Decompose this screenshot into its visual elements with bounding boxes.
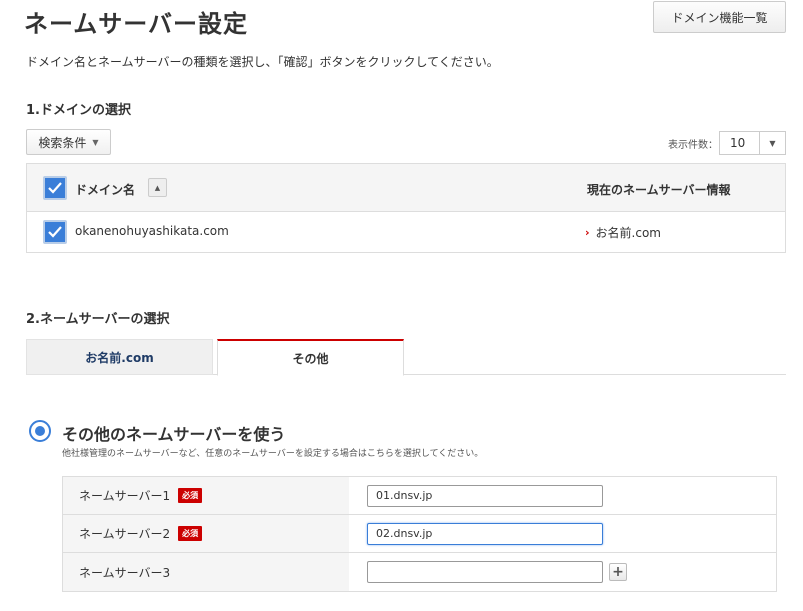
nameserver-label-cell: ネームサーバー1 必須 (63, 477, 349, 514)
check-icon (48, 182, 62, 194)
other-nameserver-radio[interactable] (29, 420, 51, 442)
caret-down-icon: ▼ (92, 137, 99, 147)
domain-function-list-button[interactable]: ドメイン機能一覧 (653, 1, 786, 33)
other-nameserver-option-title: その他のネームサーバーを使う (62, 425, 286, 444)
nameserver-1-label: ネームサーバー1 (79, 489, 171, 503)
nameserver-input-cell (349, 477, 776, 514)
current-nameserver-link[interactable]: › お名前.com (585, 224, 661, 241)
nameserver-row-1: ネームサーバー1 必須 (63, 477, 776, 515)
nameserver-row-3: ネームサーバー3 + (63, 553, 776, 591)
display-count-select[interactable]: 10 ▼ (719, 131, 786, 155)
row-checkbox[interactable] (43, 220, 67, 244)
table-row: okanenohuyashikata.com › お名前.com (27, 212, 785, 252)
domain-table-header: ドメイン名 ▲ 現在のネームサーバー情報 (27, 164, 785, 212)
domain-table: ドメイン名 ▲ 現在のネームサーバー情報 okanenohuyashikata.… (26, 163, 786, 253)
domain-name-cell: okanenohuyashikata.com (75, 224, 229, 238)
chevron-right-icon: › (585, 226, 590, 239)
column-header-domain: ドメイン名 (75, 183, 136, 197)
nameserver-3-input[interactable] (367, 561, 603, 583)
page-description: ドメイン名とネームサーバーの種類を選択し、「確認」ボタンをクリックしてください。 (26, 55, 499, 69)
nameserver-form-table: ネームサーバー1 必須 ネームサーバー2 必須 ネームサーバー3 + (62, 476, 777, 592)
add-nameserver-button[interactable]: + (609, 563, 627, 581)
nameserver-2-label: ネームサーバー2 (79, 527, 171, 541)
page-title: ネームサーバー設定 (24, 10, 249, 38)
required-badge: 必須 (178, 526, 203, 541)
display-count-label: 表示件数： (668, 140, 718, 151)
required-badge: 必須 (178, 488, 203, 503)
nameserver-row-2: ネームサーバー2 必須 (63, 515, 776, 553)
display-count-value: 10 (730, 136, 746, 150)
tab-onamae[interactable]: お名前.com (26, 339, 213, 375)
check-icon (48, 226, 62, 238)
search-condition-button[interactable]: 検索条件 ▼ (26, 129, 111, 155)
current-nameserver-text: お名前.com (595, 226, 661, 240)
other-nameserver-option-desc: 他社様管理のネームサーバーなど、任意のネームサーバーを設定する場合はこちらを選択… (62, 449, 484, 459)
plus-icon: + (612, 564, 624, 580)
section-domain-title: 1.ドメインの選択 (26, 103, 131, 118)
nameserver-label-cell: ネームサーバー2 必須 (63, 515, 349, 552)
nameserver-2-input[interactable] (367, 522, 603, 545)
nameserver-label-cell: ネームサーバー3 (63, 553, 349, 591)
section-nameserver-title: 2.ネームサーバーの選択 (26, 312, 170, 327)
nameserver-tabs: お名前.com その他 (26, 339, 786, 376)
radio-selected-dot (35, 426, 45, 436)
nameserver-input-cell (349, 515, 776, 552)
column-header-nameserver: 現在のネームサーバー情報 (587, 183, 731, 197)
nameserver-1-input[interactable] (367, 484, 603, 507)
caret-down-icon[interactable]: ▼ (759, 132, 785, 154)
nameserver-input-cell: + (349, 553, 776, 591)
search-condition-label: 検索条件 (38, 135, 87, 150)
tab-other[interactable]: その他 (217, 339, 404, 376)
nameserver-3-label: ネームサーバー3 (79, 565, 171, 580)
sort-ascending-button[interactable]: ▲ (148, 178, 167, 197)
select-all-checkbox[interactable] (43, 176, 67, 200)
